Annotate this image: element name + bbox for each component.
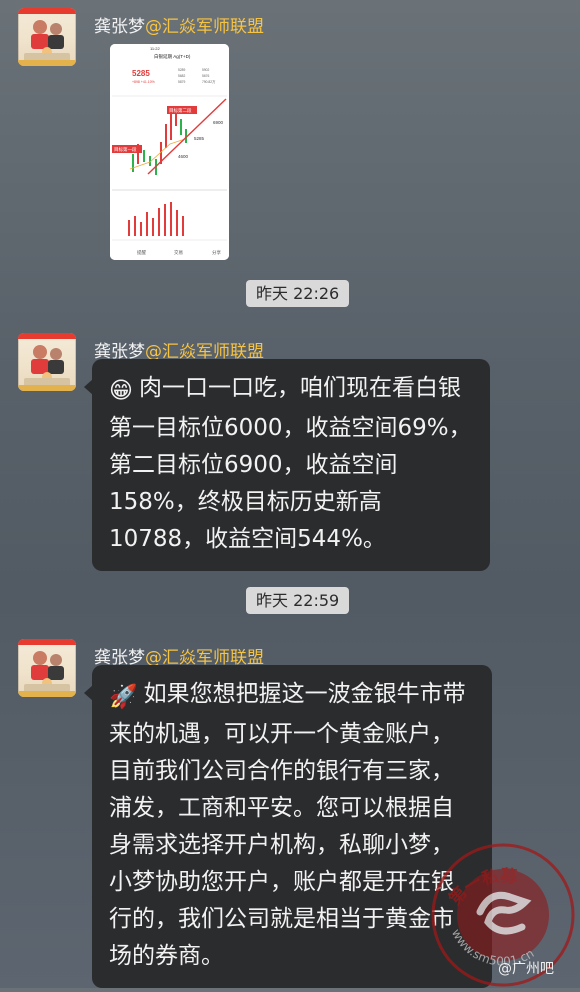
svg-text:5676: 5676 bbox=[202, 74, 210, 78]
svg-text:5682: 5682 bbox=[178, 74, 186, 78]
svg-text:+898 +41.10%: +898 +41.10% bbox=[132, 80, 155, 84]
svg-text:790.82万: 790.82万 bbox=[202, 80, 216, 84]
svg-text:目标第一段: 目标第一段 bbox=[114, 146, 137, 153]
svg-text:目标第二段: 目标第二段 bbox=[169, 107, 192, 114]
svg-text:4600: 4600 bbox=[178, 154, 189, 159]
svg-text:白银延期 Ag(T+D): 白银延期 Ag(T+D) bbox=[154, 53, 191, 60]
svg-text:5285: 5285 bbox=[194, 136, 205, 141]
svg-text:5879: 5879 bbox=[178, 80, 186, 84]
avatar[interactable] bbox=[18, 8, 76, 66]
timestamp: 昨天 22:26 bbox=[246, 280, 350, 307]
svg-text:6900: 6900 bbox=[213, 120, 224, 125]
sender-name: 龚张梦@汇焱军师联盟 bbox=[94, 17, 264, 37]
svg-text:5289: 5289 bbox=[178, 68, 186, 72]
svg-text:5285: 5285 bbox=[132, 69, 150, 78]
tieba-watermark: @广州吧 bbox=[498, 961, 554, 977]
svg-text:提醒: 提醒 bbox=[137, 249, 146, 256]
message-text: 肉一口一口吃，咱们现在看白银第一目标位6000，收益空间69%，第二目标位690… bbox=[109, 375, 472, 552]
rocket-emoji-icon: 🚀 bbox=[109, 684, 138, 710]
svg-text:5902: 5902 bbox=[202, 68, 210, 72]
avatar[interactable] bbox=[18, 639, 76, 697]
svg-text:分享: 分享 bbox=[212, 249, 221, 256]
message-bubble[interactable]: 😁 肉一口一口吃，咱们现在看白银第一目标位6000，收益空间69%，第二目标位69… bbox=[84, 359, 490, 571]
svg-text:交易: 交易 bbox=[174, 249, 183, 256]
timestamp: 昨天 22:59 bbox=[246, 587, 350, 614]
svg-text:11:22: 11:22 bbox=[150, 46, 160, 51]
grin-emoji-icon: 😁 bbox=[109, 378, 133, 404]
shared-chart-screenshot[interactable]: 11:22 白银延期 Ag(T+D) 5285 +898 +41.10% 528… bbox=[110, 44, 229, 260]
avatar[interactable] bbox=[18, 333, 76, 391]
message-text: 如果您想把握这一波金银牛市带来的机遇，可以开一个黄金账户，目前我们公司合作的银行… bbox=[109, 681, 466, 969]
